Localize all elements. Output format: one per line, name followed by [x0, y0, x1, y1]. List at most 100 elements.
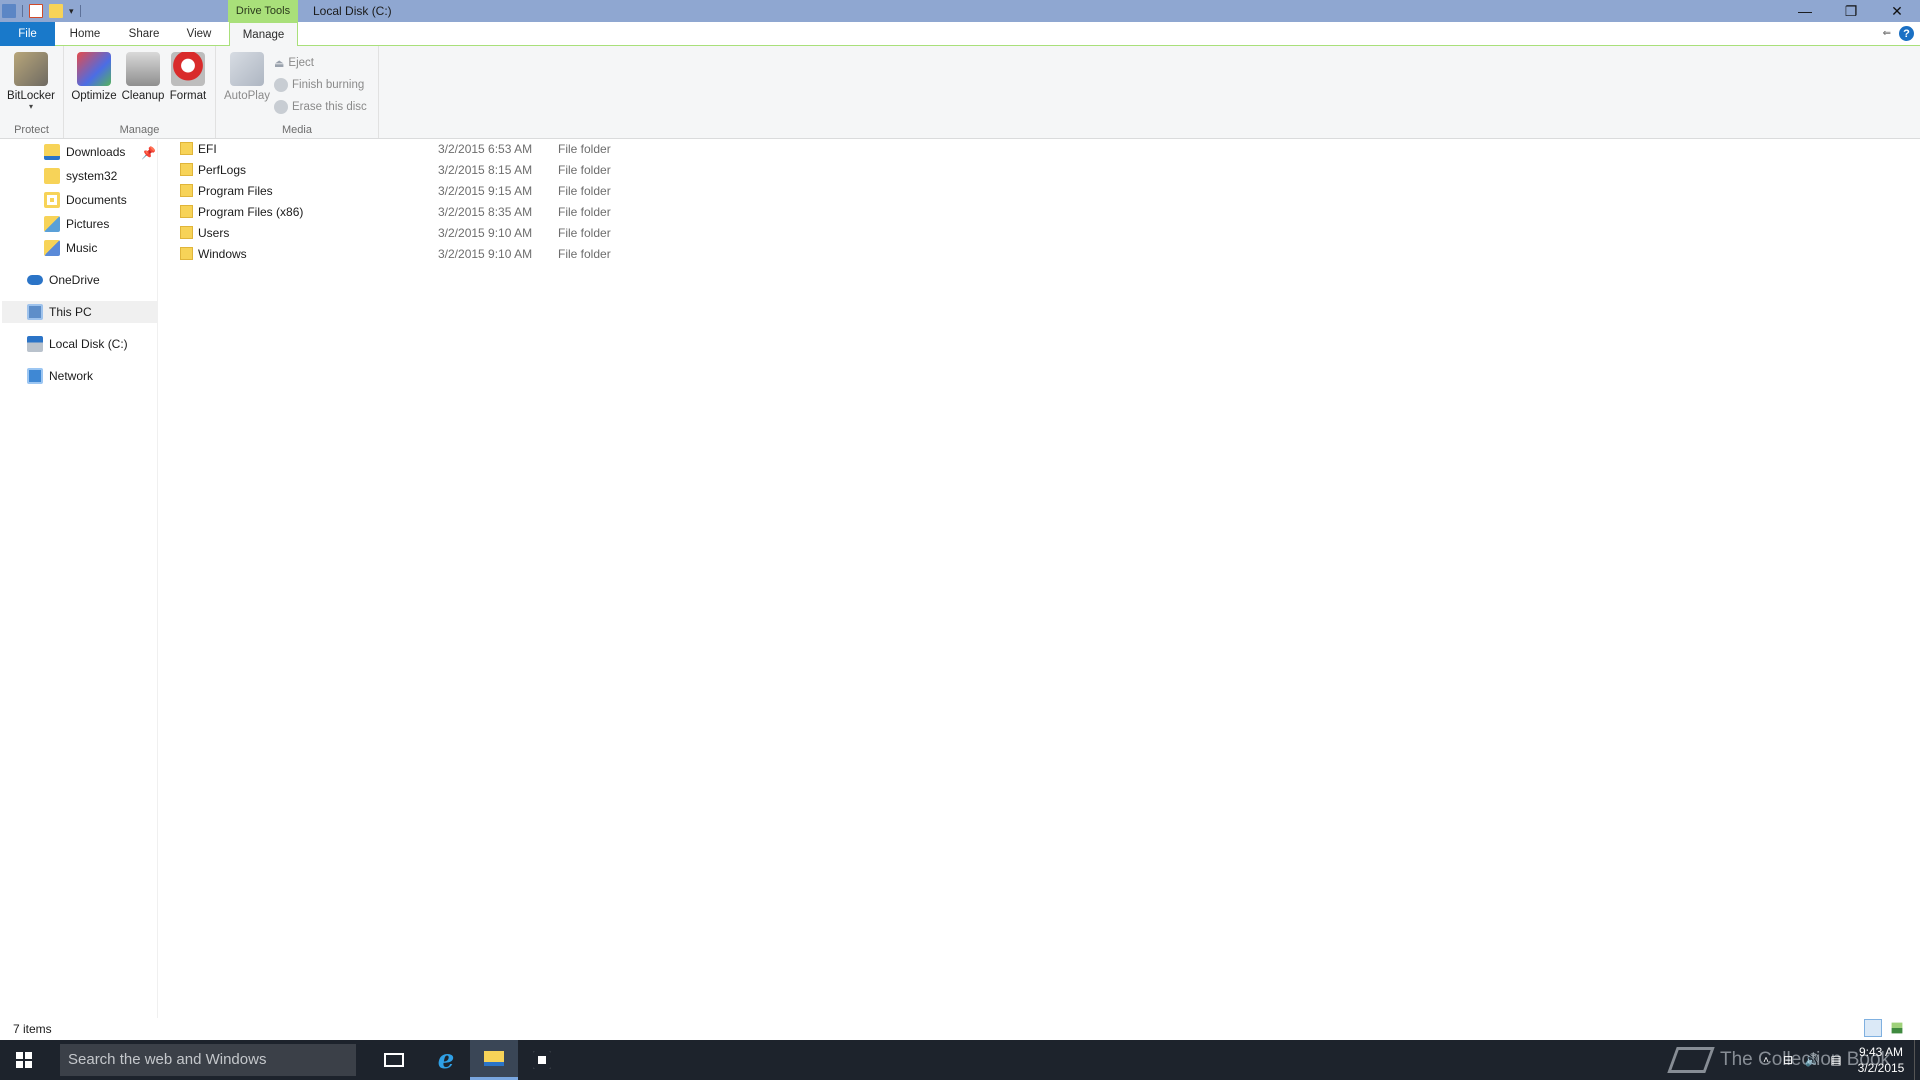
optimize-button[interactable]: Optimize	[68, 50, 120, 102]
clock-time: 9:43 AM	[1858, 1045, 1904, 1059]
file-explorer-icon	[484, 1051, 504, 1066]
folder-icon	[180, 184, 193, 197]
nav-item-this-pc[interactable]: This PC	[2, 301, 157, 323]
group-label-manage: Manage	[119, 124, 160, 136]
collapse-ribbon-icon[interactable]: ⇐	[1883, 28, 1891, 39]
pictures-icon	[44, 216, 60, 232]
file-name: Users	[198, 225, 230, 240]
nav-item-onedrive[interactable]: OneDrive	[27, 269, 100, 291]
qat-dropdown-icon[interactable]: ▾	[69, 6, 74, 17]
show-desktop-button[interactable]	[1914, 1040, 1920, 1080]
folder-icon	[44, 168, 60, 184]
nav-item-downloads[interactable]: Downloads	[44, 141, 125, 163]
properties-icon[interactable]	[2, 4, 16, 18]
volume-icon[interactable]: 🔊	[1800, 1053, 1824, 1067]
optimize-label: Optimize	[71, 90, 117, 102]
nav-item-system32[interactable]: system32	[44, 165, 117, 187]
eject-label: Eject	[288, 57, 314, 69]
finish-burning-button[interactable]: Finish burning	[274, 76, 364, 94]
eject-button[interactable]: ⏏ Eject	[274, 54, 314, 72]
nav-label: Pictures	[66, 217, 110, 231]
list-item[interactable]: EFI 3/2/2015 6:53 AM File folder	[176, 138, 636, 159]
nav-item-network[interactable]: Network	[27, 365, 93, 387]
clock[interactable]: 9:43 AM 3/2/2015	[1848, 1044, 1914, 1076]
file-name: PerfLogs	[198, 162, 247, 177]
ribbon-right-controls: ⇐ ?	[1883, 26, 1914, 41]
task-view-icon	[384, 1053, 404, 1067]
file-name: Program Files (x86)	[198, 204, 304, 219]
group-label-protect: Protect	[14, 124, 49, 136]
eject-icon: ⏏	[274, 57, 285, 70]
maximize-button[interactable]: ❐	[1828, 0, 1874, 22]
book-icon	[1667, 1047, 1715, 1073]
ribbon-tabs: File Home Share View Manage ⇐ ?	[0, 22, 1920, 47]
search-box[interactable]: Search the web and Windows	[60, 1044, 356, 1076]
erase-disc-button[interactable]: Erase this disc	[274, 98, 367, 116]
nav-item-pictures[interactable]: Pictures	[44, 213, 109, 235]
pin-icon[interactable]: 📌	[141, 146, 156, 160]
task-view-button[interactable]	[370, 1040, 418, 1080]
window-title: Local Disk (C:)	[313, 4, 392, 18]
optimize-icon	[77, 52, 111, 86]
nav-item-local-disk[interactable]: Local Disk (C:)	[27, 333, 128, 355]
file-type: File folder	[558, 183, 611, 198]
nav-item-music[interactable]: Music	[44, 237, 97, 259]
tab-view[interactable]: View	[176, 22, 222, 46]
list-item[interactable]: Windows 3/2/2015 9:10 AM File folder	[176, 243, 636, 264]
list-item[interactable]: PerfLogs 3/2/2015 8:15 AM File folder	[176, 159, 636, 180]
item-count: 7 items	[13, 1022, 52, 1036]
bitlocker-icon	[14, 52, 48, 86]
quick-access-toolbar: ▾	[0, 0, 81, 22]
nav-label: Local Disk (C:)	[49, 337, 128, 351]
view-switcher	[1864, 1019, 1906, 1037]
file-name: EFI	[198, 141, 217, 156]
minimize-button[interactable]: —	[1782, 0, 1828, 22]
start-button[interactable]	[0, 1040, 48, 1080]
finish-burning-label: Finish burning	[292, 79, 365, 91]
music-icon	[44, 240, 60, 256]
bitlocker-label: BitLocker	[7, 90, 55, 102]
nav-label: Documents	[66, 193, 127, 207]
autoplay-button[interactable]: AutoPlay	[221, 50, 273, 102]
network-icon[interactable]: ⊟	[1776, 1053, 1800, 1067]
onedrive-icon	[27, 275, 43, 285]
tab-file[interactable]: File	[0, 22, 55, 46]
taskbar-file-explorer[interactable]	[470, 1040, 518, 1080]
file-name: Program Files	[198, 183, 273, 198]
bitlocker-button[interactable]: BitLocker ▾	[5, 50, 57, 111]
list-item[interactable]: Users 3/2/2015 9:10 AM File folder	[176, 222, 636, 243]
tab-home[interactable]: Home	[58, 22, 112, 46]
nav-item-documents[interactable]: Documents	[44, 189, 127, 211]
window-controls: — ❐ ✕	[1782, 0, 1920, 22]
nav-label: Network	[49, 369, 94, 383]
new-folder-icon[interactable]	[29, 4, 43, 18]
drive-tools-context-label: Drive Tools	[228, 0, 298, 22]
group-label-media: Media	[282, 124, 312, 136]
tab-share[interactable]: Share	[117, 22, 171, 46]
details-view-icon[interactable]	[1864, 1019, 1882, 1037]
file-date: 3/2/2015 8:15 AM	[438, 162, 533, 177]
file-type: File folder	[558, 246, 611, 261]
nav-label: This PC	[49, 305, 92, 319]
list-item[interactable]: Program Files 3/2/2015 9:15 AM File fold…	[176, 180, 636, 201]
file-type: File folder	[558, 141, 611, 156]
folder-icon	[180, 205, 193, 218]
list-item[interactable]: Program Files (x86) 3/2/2015 8:35 AM Fil…	[176, 201, 636, 222]
downloads-icon	[44, 144, 60, 160]
ribbon: BitLocker ▾ Protect Optimize Cleanup For…	[0, 46, 1920, 139]
close-button[interactable]: ✕	[1874, 0, 1920, 22]
taskbar-store[interactable]	[518, 1040, 566, 1080]
taskbar-internet-explorer[interactable]: e	[422, 1040, 470, 1080]
group-manage: Optimize Cleanup Format Manage	[64, 46, 216, 138]
drive-icon	[27, 336, 43, 352]
status-bar: 7 items	[0, 1018, 1920, 1040]
help-icon[interactable]: ?	[1899, 26, 1914, 41]
tab-manage[interactable]: Manage	[229, 22, 298, 47]
large-icons-view-icon[interactable]	[1891, 1022, 1903, 1034]
erase-disc-label: Erase this disc	[292, 101, 367, 113]
format-button[interactable]: Format	[162, 50, 214, 102]
folder-icon[interactable]	[49, 4, 63, 18]
autoplay-label: AutoPlay	[223, 90, 271, 102]
action-center-icon[interactable]: ▤	[1824, 1053, 1848, 1067]
show-hidden-icons-icon[interactable]: ˄	[1756, 1055, 1776, 1066]
